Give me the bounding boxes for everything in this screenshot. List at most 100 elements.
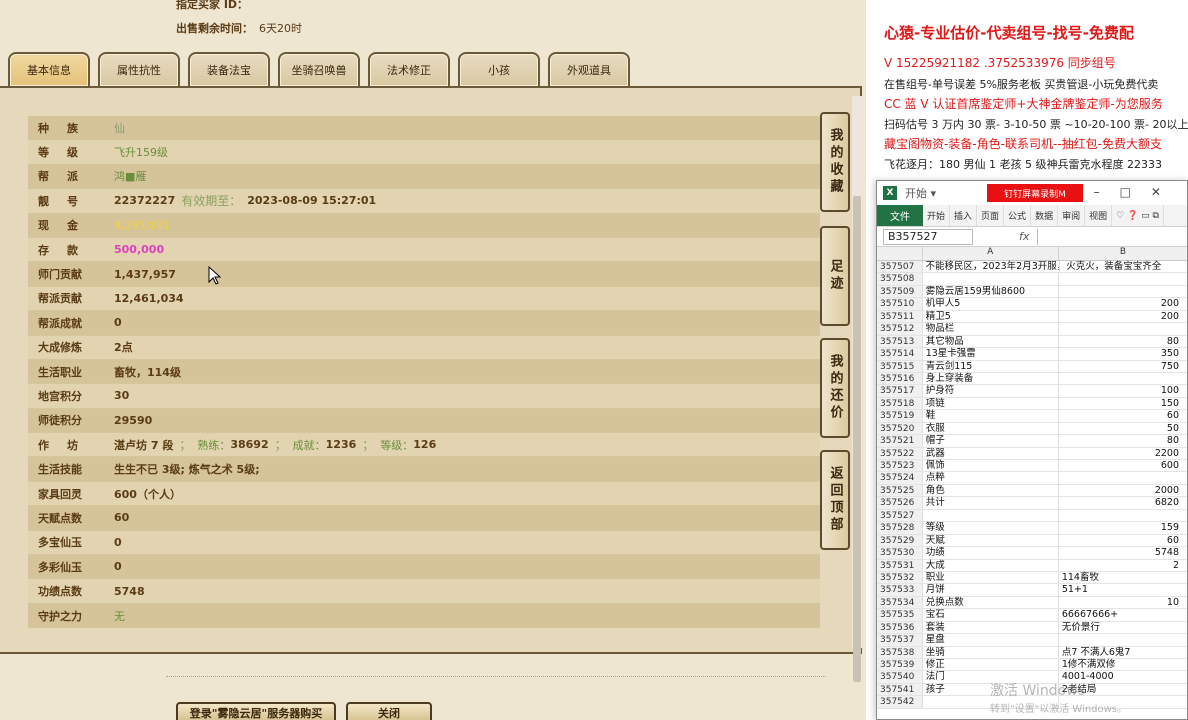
cell-b[interactable]: 50	[1057, 422, 1187, 435]
cell-a[interactable]: 星盘	[921, 634, 1058, 646]
cell-a[interactable]: 青云剑115	[921, 360, 1058, 372]
cell-b[interactable]: 80	[1057, 435, 1187, 447]
cell-b[interactable]	[1057, 472, 1187, 484]
row-number[interactable]: 357533	[877, 584, 922, 596]
column-header-b[interactable]: B	[1057, 247, 1187, 260]
name-box[interactable]: B357527	[883, 228, 973, 245]
row-number[interactable]: 357532	[877, 571, 922, 584]
tab-children[interactable]: 小孩	[458, 52, 540, 86]
window-controls[interactable]: –□✕	[1094, 185, 1181, 199]
row-number[interactable]: 357514	[877, 348, 922, 360]
row-number[interactable]: 357510	[877, 298, 922, 310]
row-number[interactable]: 357525	[877, 484, 922, 497]
cell-b[interactable]: 80	[1057, 335, 1187, 348]
footprint-button[interactable]: 足迹	[820, 226, 850, 326]
column-header-a[interactable]: A	[921, 247, 1058, 260]
row-number[interactable]: 357517	[877, 385, 922, 397]
ribbon-tab-page[interactable]: 页面	[977, 205, 1005, 226]
row-number[interactable]: 357515	[877, 360, 922, 372]
cell-a[interactable]: 功绩	[921, 547, 1058, 559]
tab-spell-modifiers[interactable]: 法术修正	[368, 52, 450, 86]
cell-b[interactable]: 200	[1057, 310, 1187, 323]
cell-b[interactable]	[1057, 323, 1187, 335]
back-to-top-button[interactable]: 返回顶部	[820, 450, 850, 550]
cell-b[interactable]: 无价景行	[1057, 621, 1187, 634]
vertical-scrollbar[interactable]	[852, 96, 862, 682]
row-number[interactable]: 357521	[877, 435, 922, 447]
tab-attributes[interactable]: 属性抗性	[98, 52, 180, 86]
cell-a[interactable]: 身上穿装备	[921, 372, 1058, 385]
row-number[interactable]: 357512	[877, 323, 922, 335]
close-button[interactable]: 关闭	[346, 702, 432, 720]
cell-b[interactable]: 350	[1057, 348, 1187, 360]
cell-b[interactable]: 6820	[1057, 497, 1187, 509]
cell-b[interactable]: 60	[1057, 534, 1187, 547]
cell-a[interactable]: 13星卡强雷	[921, 348, 1058, 360]
cell-b[interactable]	[1058, 261, 1188, 273]
login-server-buy-button[interactable]: 登录"雾隐云居"服务器购买	[176, 702, 336, 720]
cell-b[interactable]: 750	[1057, 360, 1187, 372]
row-number[interactable]: 357539	[877, 659, 922, 671]
cell-a[interactable]: 点粹	[921, 472, 1058, 484]
row-number[interactable]: 357524	[877, 472, 922, 484]
row-number[interactable]: 357536	[877, 621, 922, 634]
tab-appearance-items[interactable]: 外观道具	[548, 52, 630, 86]
cell-b[interactable]: 2000	[1057, 484, 1187, 497]
cell-a[interactable]: 共计	[921, 497, 1058, 509]
row-number[interactable]: 357537	[877, 634, 922, 646]
cell-a[interactable]: 月饼	[921, 584, 1058, 596]
cell-a[interactable]: 大成	[921, 559, 1058, 571]
cell-a[interactable]: 其它物品	[921, 335, 1058, 348]
cell-b[interactable]: 51+1	[1057, 584, 1187, 596]
cell-a[interactable]	[921, 509, 1058, 522]
row-number[interactable]: 357516	[877, 372, 922, 385]
row-number[interactable]: 357507	[877, 261, 922, 273]
row-number[interactable]: 357540	[877, 671, 922, 683]
cell-b[interactable]: 60	[1057, 410, 1187, 422]
corner-cell[interactable]	[877, 247, 922, 260]
cell-b[interactable]: 159	[1057, 522, 1187, 534]
cell-b[interactable]	[1057, 273, 1187, 285]
cell-b[interactable]: 2200	[1057, 447, 1187, 459]
tab-mounts-summons[interactable]: 坐骑召唤兽	[278, 52, 360, 86]
cell-b[interactable]	[1057, 634, 1187, 646]
row-number[interactable]: 357520	[877, 422, 922, 435]
row-number[interactable]: 357531	[877, 559, 922, 571]
row-number[interactable]: 357529	[877, 534, 922, 547]
cell-b[interactable]	[1057, 285, 1187, 298]
row-number[interactable]: 357541	[877, 683, 922, 696]
row-number[interactable]: 357526	[877, 497, 922, 509]
cell-a[interactable]: 衣服	[921, 422, 1058, 435]
row-number[interactable]: 357528	[877, 522, 922, 534]
cell-b[interactable]: 150	[1057, 397, 1187, 410]
ribbon-tab-file[interactable]: 文件	[877, 205, 923, 226]
cell-a[interactable]: 帽子	[921, 435, 1058, 447]
cell-a[interactable]: 修正	[921, 659, 1058, 671]
cell-a[interactable]: 护身符	[921, 385, 1058, 397]
row-number[interactable]: 357513	[877, 335, 922, 348]
row-number[interactable]: 357542	[877, 696, 922, 708]
cell-b[interactable]	[1057, 509, 1187, 522]
cell-a[interactable]: 机甲人5	[921, 298, 1058, 310]
row-number[interactable]: 357534	[877, 596, 922, 609]
cell-b[interactable]: 200	[1057, 298, 1187, 310]
cell-b[interactable]: 66667666+	[1057, 609, 1187, 621]
formula-input[interactable]	[1037, 228, 1187, 245]
row-number[interactable]: 357519	[877, 410, 922, 422]
cell-a[interactable]: 项链	[921, 397, 1058, 410]
row-number[interactable]: 357527	[877, 509, 922, 522]
row-number[interactable]: 357538	[877, 646, 922, 658]
cell-b[interactable]: 2	[1057, 559, 1187, 571]
cell-b[interactable]: 点7 不满人6鬼7	[1057, 646, 1187, 658]
cell-a[interactable]: 鞋	[921, 410, 1058, 422]
cell-a[interactable]: 套装	[921, 621, 1058, 634]
cell-a[interactable]: 等级	[921, 522, 1058, 534]
ribbon-tab-data[interactable]: 数据	[1031, 205, 1059, 226]
cell-a[interactable]	[921, 273, 1058, 285]
row-number[interactable]: 357522	[877, 447, 922, 459]
tab-basic-info[interactable]: 基本信息	[8, 52, 90, 86]
cell-b[interactable]: 100	[1057, 385, 1187, 397]
cell-b[interactable]	[1057, 372, 1187, 385]
row-number[interactable]: 357523	[877, 460, 922, 472]
cell-a[interactable]: 佩饰	[921, 460, 1058, 472]
